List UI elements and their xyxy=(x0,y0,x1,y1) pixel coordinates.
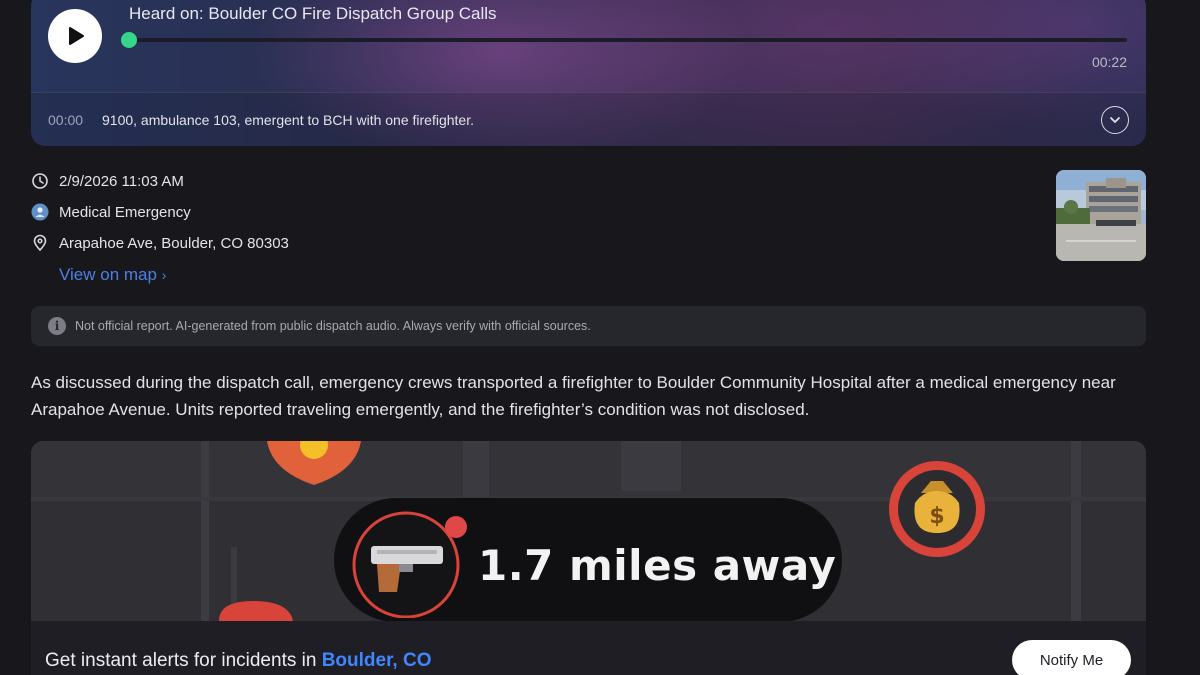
play-icon xyxy=(69,27,84,45)
transcript-row[interactable]: 00:00 9100, ambulance 103, emergent to B… xyxy=(31,92,1146,146)
alerts-promo-banner[interactable]: $ 1.7 miles away Get instant alerts for … xyxy=(31,441,1146,675)
location-pin-icon xyxy=(31,234,49,252)
expand-transcript-button[interactable] xyxy=(1101,106,1129,134)
play-button[interactable] xyxy=(48,9,102,63)
incident-category: Medical Emergency xyxy=(59,203,191,221)
view-on-map-link[interactable]: View on map › xyxy=(59,265,166,285)
chevron-down-icon xyxy=(1110,117,1120,123)
incident-datetime: 2/9/2026 11:03 AM xyxy=(59,172,184,190)
disclaimer-text: Not official report. AI-generated from p… xyxy=(75,319,591,333)
promo-text: Get instant alerts for incidents in Boul… xyxy=(45,650,431,672)
incident-category-row: Medical Emergency xyxy=(31,203,191,221)
money-bag-icon: $ xyxy=(889,461,985,557)
view-on-map-label: View on map xyxy=(59,265,157,284)
incident-summary: As discussed during the dispatch call, e… xyxy=(31,373,1116,419)
incident-address: Arapahoe Ave, Boulder, CO 80303 xyxy=(59,234,289,252)
channel-title: Heard on: Boulder CO Fire Dispatch Group… xyxy=(129,4,497,23)
clock-icon xyxy=(31,172,49,190)
promo-city-link[interactable]: Boulder, CO xyxy=(322,650,432,671)
svg-text:$: $ xyxy=(929,504,944,529)
promo-prefix: Get instant alerts for incidents in xyxy=(45,650,322,671)
handgun-icon xyxy=(352,511,467,618)
ai-disclaimer: i Not official report. AI-generated from… xyxy=(31,306,1146,346)
distance-label: 1.7 miles away xyxy=(478,541,837,590)
audio-duration: 00:22 xyxy=(1091,54,1127,70)
transcript-text: 9100, ambulance 103, emergent to BCH wit… xyxy=(102,112,474,128)
medical-person-icon xyxy=(31,203,49,221)
chevron-right-icon: › xyxy=(161,267,167,283)
info-icon: i xyxy=(48,317,66,335)
incident-datetime-row: 2/9/2026 11:03 AM xyxy=(31,172,184,190)
transcript-timestamp: 00:00 xyxy=(48,112,84,128)
incident-address-row: Arapahoe Ave, Boulder, CO 80303 xyxy=(31,234,289,252)
progress-track[interactable] xyxy=(129,38,1127,42)
audio-player: Heard on: Boulder CO Fire Dispatch Group… xyxy=(31,0,1146,146)
notify-me-button[interactable]: Notify Me xyxy=(1012,640,1131,675)
progress-knob[interactable] xyxy=(121,32,137,48)
location-photo-thumbnail[interactable] xyxy=(1056,170,1146,261)
